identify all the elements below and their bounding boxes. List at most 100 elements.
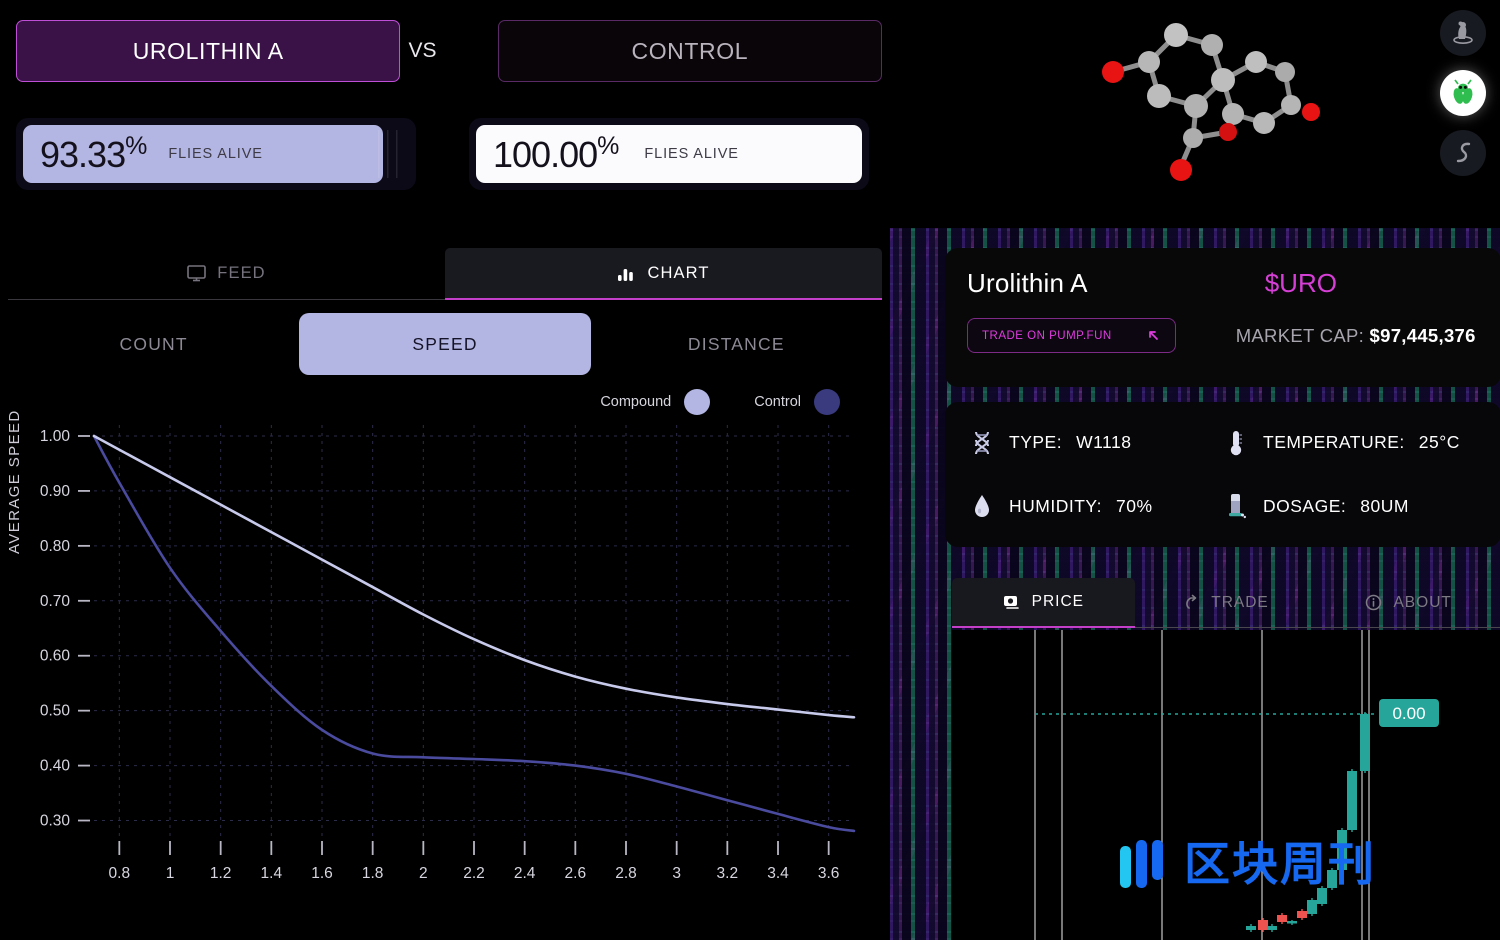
segment-distance[interactable]: DISTANCE bbox=[591, 313, 882, 375]
thermometer-icon bbox=[1223, 428, 1249, 458]
svg-text:2.2: 2.2 bbox=[463, 865, 485, 882]
price-tab-trade[interactable]: TRADE bbox=[1135, 578, 1318, 628]
stat-dosage-value: 80UM bbox=[1360, 496, 1409, 517]
organism-selector bbox=[1440, 10, 1486, 176]
organism-mouse-button[interactable] bbox=[1440, 10, 1486, 56]
token-name: Urolithin A bbox=[967, 268, 1088, 299]
compound-pct-number: 93.33 bbox=[40, 134, 125, 175]
info-icon bbox=[1365, 594, 1382, 611]
trade-on-pumpfun-label: TRADE ON PUMP.FUN bbox=[982, 330, 1112, 342]
worm-icon bbox=[1450, 140, 1476, 166]
svg-text:3.6: 3.6 bbox=[818, 865, 840, 882]
compound-name-label: UROLITHIN A bbox=[133, 38, 284, 65]
control-survival-caption: FLIES ALIVE bbox=[644, 146, 739, 162]
analysis-panel: FEED CHART COUNT SPEED DISTANCE Compound bbox=[0, 243, 890, 940]
svg-text:1.00: 1.00 bbox=[40, 428, 71, 445]
svg-text:0.40: 0.40 bbox=[40, 758, 71, 775]
control-pct-number: 100.00 bbox=[493, 134, 597, 175]
watermark-text: 区块周刊 bbox=[1184, 841, 1376, 887]
stat-type-label: TYPE: bbox=[1009, 432, 1062, 453]
svg-text:2.8: 2.8 bbox=[615, 865, 637, 882]
urolithin-a-molecule bbox=[1073, 10, 1373, 210]
control-survival-card: 100.00% FLIES ALIVE bbox=[469, 118, 869, 190]
stat-temperature-label: TEMPERATURE: bbox=[1263, 432, 1405, 453]
compound-survival-bar: 93.33% FLIES ALIVE bbox=[23, 125, 383, 183]
price-tab-price-label: PRICE bbox=[1032, 593, 1084, 611]
tab-feed-label: FEED bbox=[217, 264, 265, 283]
fly-icon bbox=[1449, 79, 1477, 107]
chart-legend: Compound Control bbox=[600, 389, 840, 415]
price-candlestick-chart[interactable]: 0.00 bbox=[952, 630, 1500, 940]
control-survival-value: 100.00% bbox=[493, 132, 618, 176]
svg-text:2.6: 2.6 bbox=[565, 865, 587, 882]
compound-survival-value: 93.33% bbox=[40, 132, 146, 176]
price-tab-trade-label: TRADE bbox=[1211, 594, 1269, 612]
organism-fly-button[interactable] bbox=[1440, 70, 1486, 116]
stat-temperature: TEMPERATURE: 25°C bbox=[1223, 424, 1477, 462]
tab-chart[interactable]: CHART bbox=[445, 248, 882, 300]
svg-text:2.4: 2.4 bbox=[514, 865, 536, 882]
svg-text:3: 3 bbox=[672, 865, 681, 882]
water-drop-icon bbox=[969, 491, 995, 521]
vial-icon bbox=[1223, 491, 1249, 521]
compound-pct-symbol: % bbox=[125, 132, 146, 160]
vs-label: VS bbox=[400, 39, 444, 63]
dna-icon bbox=[969, 428, 995, 458]
legend-control-label: Control bbox=[754, 394, 801, 410]
legend-compound-label: Compound bbox=[600, 394, 671, 410]
price-tab-bar: PRICE TRADE ABOUT bbox=[952, 578, 1500, 628]
site-watermark: 区块周刊 bbox=[1118, 840, 1376, 888]
segment-speed[interactable]: SPEED bbox=[299, 313, 590, 375]
stat-dosage: DOSAGE: 80UM bbox=[1223, 488, 1477, 526]
svg-text:0.50: 0.50 bbox=[40, 703, 71, 720]
experiment-conditions-card: TYPE: W1118 TEMPERATURE: 25°C bbox=[945, 402, 1500, 547]
compound-vs-control-row: UROLITHIN A VS CONTROL bbox=[8, 16, 882, 86]
legend-item-control[interactable]: Control bbox=[754, 389, 840, 415]
svg-text:1.2: 1.2 bbox=[210, 865, 232, 882]
tab-chart-label: CHART bbox=[647, 264, 709, 283]
metric-segmented-control: COUNT SPEED DISTANCE bbox=[8, 313, 882, 375]
arrow-up-left-icon bbox=[1146, 328, 1161, 343]
tab-feed[interactable]: FEED bbox=[8, 248, 445, 300]
experiment-header: UROLITHIN A VS CONTROL 93.33% FLIES ALIV… bbox=[0, 0, 890, 216]
bar-chart-icon bbox=[617, 265, 636, 282]
control-survival-bar: 100.00% FLIES ALIVE bbox=[476, 125, 862, 183]
speed-chart: Compound Control AVERAGE SPEED 0.300.400… bbox=[8, 389, 882, 909]
trade-on-pumpfun-button[interactable]: TRADE ON PUMP.FUN bbox=[967, 318, 1176, 353]
app-root: UROLITHIN A VS CONTROL 93.33% FLIES ALIV… bbox=[0, 0, 1500, 940]
svg-text:1.4: 1.4 bbox=[261, 865, 283, 882]
svg-text:0.60: 0.60 bbox=[40, 648, 71, 665]
price-tab-price[interactable]: PRICE bbox=[952, 578, 1135, 628]
stat-humidity-value: 70% bbox=[1116, 496, 1153, 517]
stat-temperature-value: 25°C bbox=[1419, 432, 1460, 453]
control-name-chip[interactable]: CONTROL bbox=[498, 20, 882, 82]
mouse-icon bbox=[1450, 20, 1476, 46]
organism-worm-button[interactable] bbox=[1440, 130, 1486, 176]
compound-survival-caption: FLIES ALIVE bbox=[168, 146, 263, 162]
molecule-viewer[interactable] bbox=[953, 0, 1500, 228]
legend-item-compound[interactable]: Compound bbox=[600, 389, 710, 415]
segment-count[interactable]: COUNT bbox=[8, 313, 299, 375]
compound-survival-card: 93.33% FLIES ALIVE bbox=[16, 118, 416, 190]
token-meta-row: TRADE ON PUMP.FUN MARKET CAP: $97,445,37… bbox=[967, 318, 1479, 353]
legend-compound-swatch bbox=[684, 389, 710, 415]
market-cap-value: $97,445,376 bbox=[1370, 325, 1476, 346]
watermark-logo-icon bbox=[1118, 840, 1174, 888]
swap-arrow-icon bbox=[1183, 594, 1200, 611]
price-tag-icon bbox=[1003, 594, 1021, 610]
svg-text:3.2: 3.2 bbox=[717, 865, 739, 882]
survival-stats-row: 93.33% FLIES ALIVE 100.00% FLIES ALIVE bbox=[8, 118, 882, 190]
stat-humidity: HUMIDITY: 70% bbox=[969, 488, 1223, 526]
market-cap: MARKET CAP: $97,445,376 bbox=[1236, 325, 1476, 347]
market-cap-label: MARKET CAP: bbox=[1236, 325, 1364, 346]
control-pct-symbol: % bbox=[597, 132, 618, 160]
stat-type-value: W1118 bbox=[1076, 432, 1131, 453]
svg-text:1.8: 1.8 bbox=[362, 865, 384, 882]
token-symbol: $URO bbox=[1265, 268, 1337, 299]
control-name-label: CONTROL bbox=[631, 38, 748, 65]
price-tab-about[interactable]: ABOUT bbox=[1317, 578, 1500, 628]
svg-text:0.8: 0.8 bbox=[109, 865, 131, 882]
chart-plot-area: 0.300.400.500.600.700.800.901.000.811.21… bbox=[8, 413, 882, 903]
stat-humidity-label: HUMIDITY: bbox=[1009, 496, 1102, 517]
compound-name-chip[interactable]: UROLITHIN A bbox=[16, 20, 400, 82]
